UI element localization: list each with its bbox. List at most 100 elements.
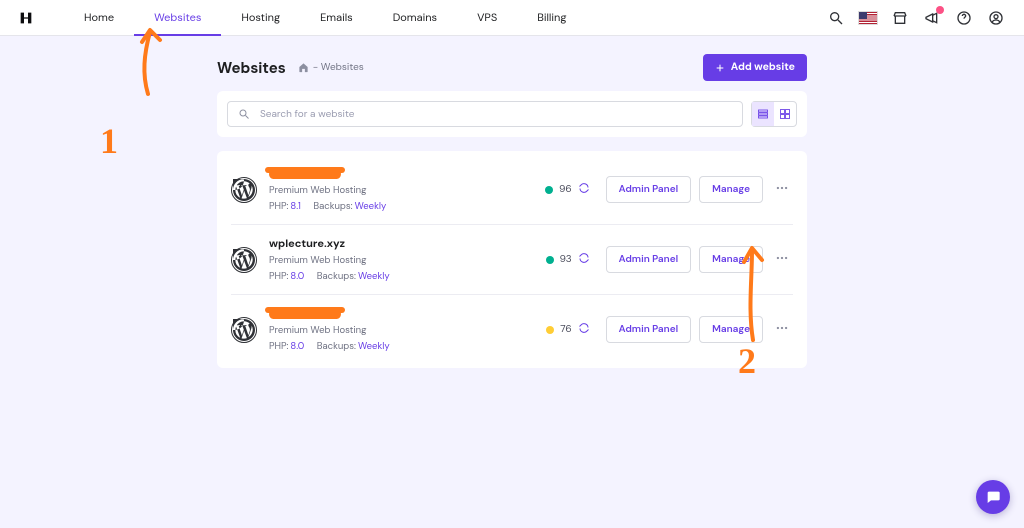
website-info: Premium Web Hosting PHP:8.1 Backups:Week… bbox=[269, 167, 529, 212]
account-icon[interactable] bbox=[986, 8, 1006, 28]
refresh-button[interactable] bbox=[578, 322, 590, 338]
website-plan: Premium Web Hosting bbox=[269, 254, 530, 266]
score-value: 96 bbox=[559, 183, 572, 196]
chat-widget[interactable] bbox=[976, 480, 1010, 514]
more-menu[interactable] bbox=[771, 249, 793, 270]
website-list: Premium Web Hosting PHP:8.1 Backups:Week… bbox=[217, 151, 807, 368]
search-icon[interactable] bbox=[826, 8, 846, 28]
plus-icon bbox=[715, 63, 725, 73]
website-meta: PHP:8.1 Backups:Weekly bbox=[269, 200, 529, 212]
nav-tab-domains[interactable]: Domains bbox=[373, 0, 457, 35]
website-name[interactable]: wplecture.xyz bbox=[269, 237, 530, 251]
manage-button[interactable]: Manage bbox=[699, 246, 763, 273]
website-info: Premium Web Hosting PHP:8.0 Backups:Week… bbox=[269, 307, 530, 352]
website-name[interactable] bbox=[269, 307, 530, 321]
nav-tab-home[interactable]: Home bbox=[64, 0, 134, 35]
score-value: 76 bbox=[560, 323, 571, 336]
admin-panel-button[interactable]: Admin Panel bbox=[606, 246, 692, 273]
php-value[interactable]: 8.0 bbox=[290, 270, 304, 282]
brand-logo[interactable] bbox=[16, 8, 36, 28]
nav-tab-label: Emails bbox=[320, 11, 353, 25]
nav-tab-vps[interactable]: VPS bbox=[457, 0, 517, 35]
list-view-icon bbox=[757, 108, 769, 120]
backups-value[interactable]: Weekly bbox=[358, 340, 390, 352]
row-actions: Admin Panel Manage bbox=[606, 316, 793, 343]
breadcrumb[interactable]: - Websites bbox=[298, 61, 364, 74]
add-website-button[interactable]: Add website bbox=[703, 54, 807, 81]
search-input[interactable] bbox=[258, 107, 732, 122]
website-row: Premium Web Hosting PHP:8.0 Backups:Week… bbox=[231, 295, 793, 364]
website-meta: PHP:8.0 Backups:Weekly bbox=[269, 340, 530, 352]
notification-dot bbox=[936, 6, 944, 14]
php-label: PHP: bbox=[269, 270, 288, 282]
search-box[interactable] bbox=[227, 101, 743, 127]
website-plan: Premium Web Hosting bbox=[269, 184, 529, 196]
flag-us-icon[interactable] bbox=[858, 8, 878, 28]
nav-tab-label: Hosting bbox=[241, 11, 280, 25]
nav-tab-label: Domains bbox=[393, 11, 437, 25]
status-dot bbox=[545, 186, 553, 194]
website-info: wplecture.xyz Premium Web Hosting PHP:8.… bbox=[269, 237, 530, 282]
store-icon[interactable] bbox=[890, 8, 910, 28]
manage-button[interactable]: Manage bbox=[699, 316, 763, 343]
list-view-toggle[interactable] bbox=[752, 102, 774, 126]
nav-tabs: Home Websites Hosting Emails Domains VPS… bbox=[64, 0, 586, 35]
php-label: PHP: bbox=[269, 340, 288, 352]
performance-score: 93 bbox=[546, 252, 590, 268]
status-dot bbox=[546, 326, 554, 334]
nav-tab-hosting[interactable]: Hosting bbox=[221, 0, 300, 35]
website-plan: Premium Web Hosting bbox=[269, 324, 530, 336]
topnav: Home Websites Hosting Emails Domains VPS… bbox=[0, 0, 1024, 36]
admin-panel-button[interactable]: Admin Panel bbox=[606, 176, 692, 203]
website-name[interactable] bbox=[269, 167, 529, 181]
topnav-right bbox=[826, 8, 1006, 28]
website-meta: PHP:8.0 Backups:Weekly bbox=[269, 270, 530, 282]
view-toggle-group bbox=[751, 101, 797, 127]
megaphone-icon[interactable] bbox=[922, 8, 942, 28]
backups-label: Backups: bbox=[317, 270, 356, 282]
backups-value[interactable]: Weekly bbox=[355, 200, 387, 212]
page-title: Websites bbox=[217, 58, 286, 78]
more-menu[interactable] bbox=[771, 179, 793, 200]
nav-tab-label: Home bbox=[84, 11, 114, 25]
help-icon[interactable] bbox=[954, 8, 974, 28]
wordpress-icon bbox=[231, 177, 257, 203]
status-dot bbox=[546, 256, 554, 264]
php-label: PHP: bbox=[269, 200, 288, 212]
annotation-label-1: 1 bbox=[100, 120, 118, 162]
page-content: Websites - Websites Add website bbox=[217, 54, 807, 368]
wordpress-icon bbox=[231, 317, 257, 343]
redaction-mark bbox=[269, 169, 341, 179]
refresh-button[interactable] bbox=[578, 252, 590, 268]
website-row: Premium Web Hosting PHP:8.1 Backups:Week… bbox=[231, 155, 793, 225]
redaction-mark bbox=[269, 309, 341, 319]
row-actions: Admin Panel Manage bbox=[606, 176, 793, 203]
admin-panel-button[interactable]: Admin Panel bbox=[606, 316, 692, 343]
php-value[interactable]: 8.0 bbox=[290, 340, 304, 352]
grid-view-toggle[interactable] bbox=[774, 102, 796, 126]
backups-value[interactable]: Weekly bbox=[358, 270, 390, 282]
manage-button[interactable]: Manage bbox=[699, 176, 763, 203]
php-value[interactable]: 8.1 bbox=[290, 200, 300, 212]
nav-tab-label: VPS bbox=[477, 11, 497, 25]
more-menu[interactable] bbox=[771, 319, 793, 340]
backups-label: Backups: bbox=[313, 200, 352, 212]
refresh-button[interactable] bbox=[578, 182, 590, 198]
breadcrumb-text: - Websites bbox=[313, 61, 364, 74]
home-icon bbox=[298, 62, 309, 73]
nav-tab-label: Websites bbox=[154, 11, 201, 25]
score-value: 93 bbox=[560, 253, 572, 266]
grid-view-icon bbox=[779, 108, 791, 120]
search-icon bbox=[238, 108, 250, 120]
nav-tab-billing[interactable]: Billing bbox=[517, 0, 586, 35]
chat-icon bbox=[985, 489, 1001, 505]
nav-tab-label: Billing bbox=[537, 11, 566, 25]
nav-tab-emails[interactable]: Emails bbox=[300, 0, 373, 35]
nav-tab-websites[interactable]: Websites bbox=[134, 0, 221, 35]
website-row: wplecture.xyz Premium Web Hosting PHP:8.… bbox=[231, 225, 793, 295]
wordpress-icon bbox=[231, 247, 257, 273]
row-actions: Admin Panel Manage bbox=[606, 246, 793, 273]
performance-score: 76 bbox=[546, 322, 589, 338]
search-card bbox=[217, 91, 807, 137]
add-website-label: Add website bbox=[731, 61, 795, 74]
